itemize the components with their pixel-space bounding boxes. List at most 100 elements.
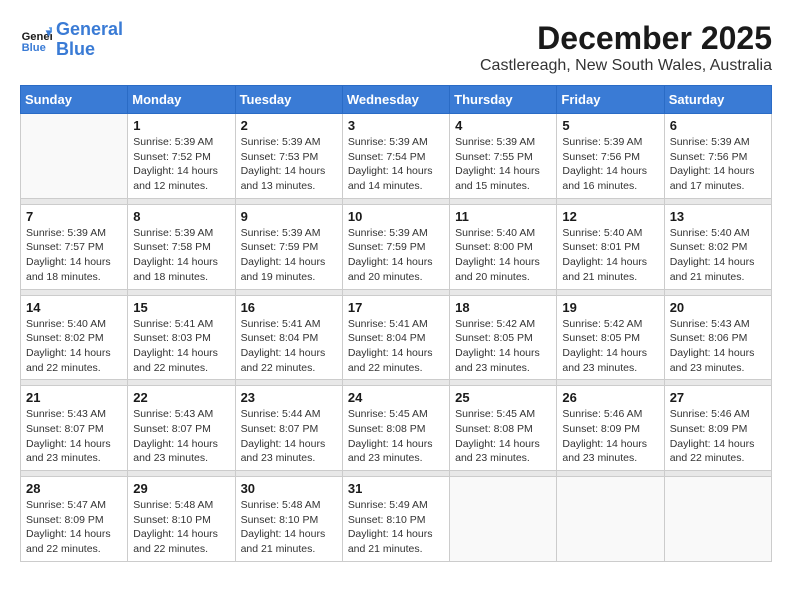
calendar-cell: 25Sunrise: 5:45 AM Sunset: 8:08 PM Dayli… — [450, 386, 557, 471]
calendar-cell: 15 Sunrise: 5:41 AM Sunset: 8:03 PM Dayli… — [128, 295, 235, 380]
calendar-cell: 18 Sunrise: 5:42 AM Sunset: 8:05 PM Dayli… — [450, 295, 557, 380]
day-number: 28 — [26, 481, 122, 496]
day-number: 31 — [348, 481, 444, 496]
calendar-cell: 24Sunrise: 5:45 AM Sunset: 8:08 PM Dayli… — [342, 386, 449, 471]
calendar-cell: 31 Sunrise: 5:49 AM Sunset: 8:10 PM Dayli… — [342, 477, 449, 562]
calendar-cell: 20 Sunrise: 5:43 AM Sunset: 8:06 PM Dayli… — [664, 295, 771, 380]
logo-icon: General Blue — [20, 24, 52, 56]
calendar-cell: 2Sunrise: 5:39 AM Sunset: 7:53 PM Daylig… — [235, 114, 342, 199]
day-info: Sunrise: 5:39 AM Sunset: 7:56 PM Dayligh… — [670, 135, 766, 194]
day-number: 27 — [670, 390, 766, 405]
calendar-cell: 27 Sunrise: 5:46 AM Sunset: 8:09 PM Dayli… — [664, 386, 771, 471]
calendar-cell: 10 Sunrise: 5:39 AM Sunset: 7:59 PM Dayli… — [342, 204, 449, 289]
day-number: 26 — [562, 390, 658, 405]
weekday-header-thursday: Thursday — [450, 86, 557, 114]
calendar-cell: 16 Sunrise: 5:41 AM Sunset: 8:04 PM Dayli… — [235, 295, 342, 380]
day-number: 21 — [26, 390, 122, 405]
day-number: 17 — [348, 300, 444, 315]
day-info: Sunrise: 5:39 AM Sunset: 7:59 PM Dayligh… — [348, 226, 444, 285]
day-info: Sunrise: 5:44 AM Sunset: 8:07 PM Dayligh… — [241, 407, 337, 466]
location-subtitle: Castlereagh, New South Wales, Australia — [480, 57, 772, 75]
month-title: December 2025 — [480, 20, 772, 57]
week-row-2: 7 Sunrise: 5:39 AM Sunset: 7:57 PM Daylig… — [21, 204, 772, 289]
calendar-cell: 17 Sunrise: 5:41 AM Sunset: 8:04 PM Dayli… — [342, 295, 449, 380]
calendar-cell: 14Sunrise: 5:40 AM Sunset: 8:02 PM Dayli… — [21, 295, 128, 380]
day-info: Sunrise: 5:39 AM Sunset: 7:53 PM Dayligh… — [241, 135, 337, 194]
weekday-header-wednesday: Wednesday — [342, 86, 449, 114]
calendar-cell: 12 Sunrise: 5:40 AM Sunset: 8:01 PM Dayli… — [557, 204, 664, 289]
day-info: Sunrise: 5:48 AM Sunset: 8:10 PM Dayligh… — [133, 498, 229, 557]
calendar-cell: 19 Sunrise: 5:42 AM Sunset: 8:05 PM Dayli… — [557, 295, 664, 380]
calendar-cell: 30Sunrise: 5:48 AM Sunset: 8:10 PM Dayli… — [235, 477, 342, 562]
calendar-cell: 13 Sunrise: 5:40 AM Sunset: 8:02 PM Dayli… — [664, 204, 771, 289]
calendar-cell: 22 Sunrise: 5:43 AM Sunset: 8:07 PM Dayli… — [128, 386, 235, 471]
calendar-cell: 8Sunrise: 5:39 AM Sunset: 7:58 PM Daylig… — [128, 204, 235, 289]
calendar-cell: 11Sunrise: 5:40 AM Sunset: 8:00 PM Dayli… — [450, 204, 557, 289]
day-info: Sunrise: 5:43 AM Sunset: 8:06 PM Dayligh… — [670, 317, 766, 376]
day-info: Sunrise: 5:40 AM Sunset: 8:02 PM Dayligh… — [670, 226, 766, 285]
calendar-table: SundayMondayTuesdayWednesdayThursdayFrid… — [20, 85, 772, 562]
day-info: Sunrise: 5:45 AM Sunset: 8:08 PM Dayligh… — [455, 407, 551, 466]
calendar-cell: 1 Sunrise: 5:39 AM Sunset: 7:52 PM Daylig… — [128, 114, 235, 199]
day-info: Sunrise: 5:46 AM Sunset: 8:09 PM Dayligh… — [670, 407, 766, 466]
weekday-header-sunday: Sunday — [21, 86, 128, 114]
day-number: 10 — [348, 209, 444, 224]
week-row-4: 21 Sunrise: 5:43 AM Sunset: 8:07 PM Dayli… — [21, 386, 772, 471]
weekday-header-monday: Monday — [128, 86, 235, 114]
logo-subtext: Blue — [56, 40, 123, 60]
day-number: 12 — [562, 209, 658, 224]
day-info: Sunrise: 5:46 AM Sunset: 8:09 PM Dayligh… — [562, 407, 658, 466]
calendar-cell: 7 Sunrise: 5:39 AM Sunset: 7:57 PM Daylig… — [21, 204, 128, 289]
weekday-header-tuesday: Tuesday — [235, 86, 342, 114]
day-info: Sunrise: 5:42 AM Sunset: 8:05 PM Dayligh… — [562, 317, 658, 376]
day-info: Sunrise: 5:39 AM Sunset: 7:58 PM Dayligh… — [133, 226, 229, 285]
day-info: Sunrise: 5:49 AM Sunset: 8:10 PM Dayligh… — [348, 498, 444, 557]
calendar-cell: 5 Sunrise: 5:39 AM Sunset: 7:56 PM Daylig… — [557, 114, 664, 199]
title-area: December 2025 Castlereagh, New South Wal… — [480, 20, 772, 75]
day-info: Sunrise: 5:39 AM Sunset: 7:54 PM Dayligh… — [348, 135, 444, 194]
day-info: Sunrise: 5:40 AM Sunset: 8:01 PM Dayligh… — [562, 226, 658, 285]
calendar-cell — [664, 477, 771, 562]
week-row-1: 1 Sunrise: 5:39 AM Sunset: 7:52 PM Daylig… — [21, 114, 772, 199]
day-number: 20 — [670, 300, 766, 315]
day-number: 6 — [670, 118, 766, 133]
day-number: 9 — [241, 209, 337, 224]
day-number: 13 — [670, 209, 766, 224]
day-number: 24 — [348, 390, 444, 405]
calendar-cell: 26 Sunrise: 5:46 AM Sunset: 8:09 PM Dayli… — [557, 386, 664, 471]
day-number: 1 — [133, 118, 229, 133]
page-header: General Blue General Blue December 2025 … — [20, 20, 772, 75]
day-info: Sunrise: 5:41 AM Sunset: 8:03 PM Dayligh… — [133, 317, 229, 376]
day-number: 18 — [455, 300, 551, 315]
day-number: 7 — [26, 209, 122, 224]
day-number: 3 — [348, 118, 444, 133]
day-info: Sunrise: 5:39 AM Sunset: 7:52 PM Dayligh… — [133, 135, 229, 194]
day-info: Sunrise: 5:39 AM Sunset: 7:56 PM Dayligh… — [562, 135, 658, 194]
day-number: 4 — [455, 118, 551, 133]
day-info: Sunrise: 5:42 AM Sunset: 8:05 PM Dayligh… — [455, 317, 551, 376]
day-info: Sunrise: 5:43 AM Sunset: 8:07 PM Dayligh… — [133, 407, 229, 466]
day-info: Sunrise: 5:41 AM Sunset: 8:04 PM Dayligh… — [348, 317, 444, 376]
calendar-cell: 21Sunrise: 5:43 AM Sunset: 8:07 PM Dayli… — [21, 386, 128, 471]
weekday-header-friday: Friday — [557, 86, 664, 114]
day-info: Sunrise: 5:39 AM Sunset: 7:55 PM Dayligh… — [455, 135, 551, 194]
day-number: 23 — [241, 390, 337, 405]
day-info: Sunrise: 5:39 AM Sunset: 7:57 PM Dayligh… — [26, 226, 122, 285]
day-number: 19 — [562, 300, 658, 315]
day-number: 16 — [241, 300, 337, 315]
weekday-header-row: SundayMondayTuesdayWednesdayThursdayFrid… — [21, 86, 772, 114]
day-number: 22 — [133, 390, 229, 405]
day-info: Sunrise: 5:41 AM Sunset: 8:04 PM Dayligh… — [241, 317, 337, 376]
day-number: 29 — [133, 481, 229, 496]
calendar-cell: 9Sunrise: 5:39 AM Sunset: 7:59 PM Daylig… — [235, 204, 342, 289]
logo: General Blue General Blue — [20, 20, 123, 60]
calendar-cell — [450, 477, 557, 562]
day-info: Sunrise: 5:40 AM Sunset: 8:02 PM Dayligh… — [26, 317, 122, 376]
calendar-cell — [21, 114, 128, 199]
day-number: 15 — [133, 300, 229, 315]
calendar-cell: 23 Sunrise: 5:44 AM Sunset: 8:07 PM Dayli… — [235, 386, 342, 471]
day-number: 5 — [562, 118, 658, 133]
weekday-header-saturday: Saturday — [664, 86, 771, 114]
day-info: Sunrise: 5:47 AM Sunset: 8:09 PM Dayligh… — [26, 498, 122, 557]
logo-text: General — [56, 20, 123, 40]
